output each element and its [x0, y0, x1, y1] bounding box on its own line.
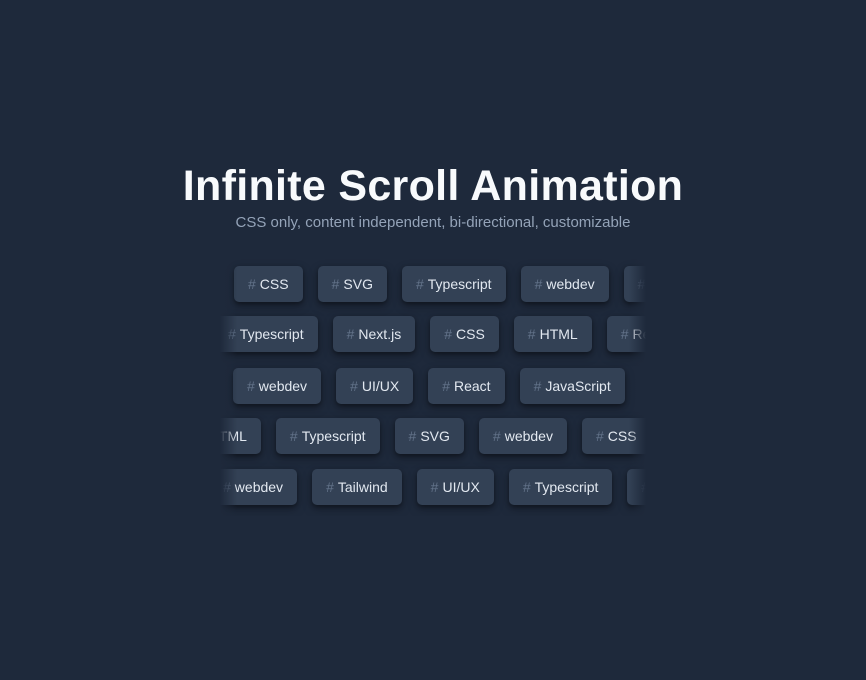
tag-label: HTML [539, 326, 578, 342]
tag[interactable]: # webdev [220, 469, 298, 505]
hash-icon: # [620, 326, 629, 342]
page-title: Infinite Scroll Animation [182, 162, 684, 210]
tag-label: Tailwind [337, 479, 388, 495]
hash-icon: # [408, 428, 417, 444]
tag[interactable]: # SVG [394, 418, 464, 454]
hash-icon: # [228, 326, 236, 342]
tag[interactable]: # [627, 469, 646, 505]
tag[interactable]: # webdev [520, 266, 609, 302]
tag[interactable]: #React [606, 316, 646, 352]
hash-icon: # [326, 479, 334, 495]
tag[interactable]: # Typescript [275, 418, 380, 454]
tag-label: Typescript [427, 276, 492, 292]
hash-icon: # [533, 378, 542, 394]
tag-label: SVG [420, 428, 450, 444]
tag[interactable]: # Typescript [401, 266, 506, 302]
tag[interactable]: # JavaScript [519, 368, 625, 404]
hash-icon: # [595, 428, 604, 444]
tag[interactable]: # SVG [317, 266, 387, 302]
tag[interactable]: # Next.js [332, 316, 416, 352]
tag[interactable]: # CSS [581, 418, 646, 454]
page-subtitle: CSS only, content independent, bi-direct… [235, 214, 631, 231]
hash-icon: # [522, 479, 531, 495]
hash-icon: # [346, 326, 355, 342]
tag-scroller: # CSS # SVG # Typescript # webdev # # Typescript # N… [220, 256, 646, 516]
tag-label: webdev [234, 479, 284, 495]
hash-icon: # [289, 428, 298, 444]
tag-label: UI/UX [442, 479, 480, 495]
tag[interactable]: # [623, 266, 646, 302]
hash-icon: # [350, 378, 358, 394]
tag[interactable]: # UI/UX [336, 368, 414, 404]
hash-icon: # [223, 479, 231, 495]
hash-icon: # [492, 428, 501, 444]
tag-row: # CSS # SVG # Typescript # webdev # [234, 266, 646, 302]
tag[interactable]: # UI/UX [416, 469, 494, 505]
tag-label: UI/UX [361, 378, 400, 394]
tag-row: #HTML#Typescript#SVG#webdev#CSS [220, 418, 646, 454]
tag-label: Typescript [239, 326, 304, 342]
tag-label: React [454, 378, 491, 394]
tag-label: webdev [258, 378, 308, 394]
tag-label: CSS [607, 428, 637, 444]
tag[interactable]: # Tailwind [312, 469, 402, 505]
tag-label: SVG [343, 276, 373, 292]
tag[interactable]: # CSS [234, 266, 303, 302]
tag[interactable]: #React [428, 368, 505, 404]
tag-label: webdev [546, 276, 595, 292]
hash-icon: # [430, 479, 439, 495]
tag-label: CSS [456, 326, 485, 342]
tag[interactable]: # webdev [478, 418, 567, 454]
tag[interactable]: # webdev [233, 368, 322, 404]
hash-icon: # [637, 276, 646, 292]
tag[interactable]: # Typescript [508, 469, 613, 505]
hash-icon: # [527, 326, 536, 342]
tag-row: #Typescript#Next.js#CSS#HTML#React [220, 316, 646, 352]
hash-icon: # [248, 276, 256, 292]
tag-label: Typescript [301, 428, 366, 444]
tag-label: Typescript [534, 479, 599, 495]
hash-icon: # [641, 479, 646, 495]
tag-row: # webdev # UI/UX # React # JavaScript [233, 368, 625, 404]
hash-icon: # [415, 276, 424, 292]
tag-label: React [632, 326, 646, 342]
tag-label: webdev [504, 428, 553, 444]
tag[interactable]: # CSS [430, 316, 499, 352]
tag-row: #webdev#Tailwind#UI/UX#Typescript# [220, 469, 646, 505]
tag-label: HTML [220, 428, 247, 444]
hash-icon: # [247, 378, 255, 394]
tag[interactable]: #HTML [513, 316, 592, 352]
hash-icon: # [331, 276, 340, 292]
hash-icon: # [444, 326, 452, 342]
tag-label: CSS [259, 276, 289, 292]
hash-icon: # [442, 378, 450, 394]
tag[interactable]: #HTML [220, 418, 261, 454]
tag-label: Next.js [358, 326, 402, 342]
hash-icon: # [534, 276, 543, 292]
tag[interactable]: # Typescript [220, 316, 318, 352]
tag-label: JavaScript [545, 378, 611, 394]
